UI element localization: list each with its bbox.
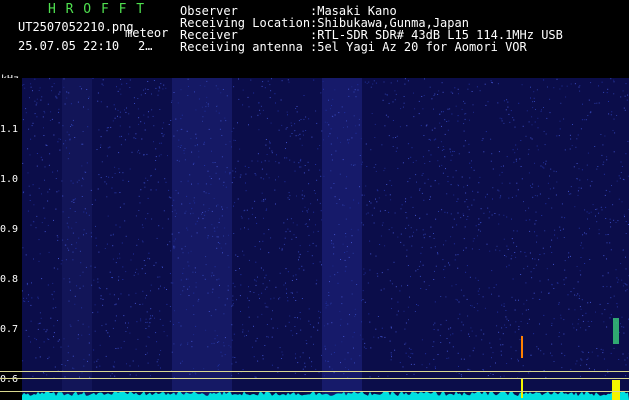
datetime-label: 25.07.05 22:10	[18, 39, 120, 53]
freq-tick: 1.0	[0, 174, 19, 185]
indicator-label: 2…	[138, 39, 153, 53]
filename-label: UT2507052210.png	[18, 20, 134, 34]
freq-axis: 1.1 1.0 0.9 0.8 0.7 0.6	[0, 78, 22, 400]
reference-line	[0, 371, 629, 372]
spectrogram-canvas	[22, 78, 629, 400]
reference-line	[0, 378, 629, 379]
reference-line	[0, 391, 629, 392]
freq-tick: 0.8	[0, 274, 19, 285]
spectrogram	[22, 78, 629, 400]
freq-tick: 0.9	[0, 224, 19, 235]
antenna-label: Receiving antenna	[180, 40, 303, 54]
app-title: H R O F F T	[48, 2, 146, 17]
freq-tick: 1.1	[0, 124, 19, 135]
event-type-label: meteor	[125, 26, 169, 40]
antenna-value: :5el Yagi Az 20 for Aomori VOR	[310, 40, 527, 54]
header-panel: H R O F F T UT2507052210.png meteor 25.0…	[0, 0, 629, 91]
freq-tick: 0.7	[0, 324, 19, 335]
freq-tick: 0.6	[0, 374, 19, 385]
